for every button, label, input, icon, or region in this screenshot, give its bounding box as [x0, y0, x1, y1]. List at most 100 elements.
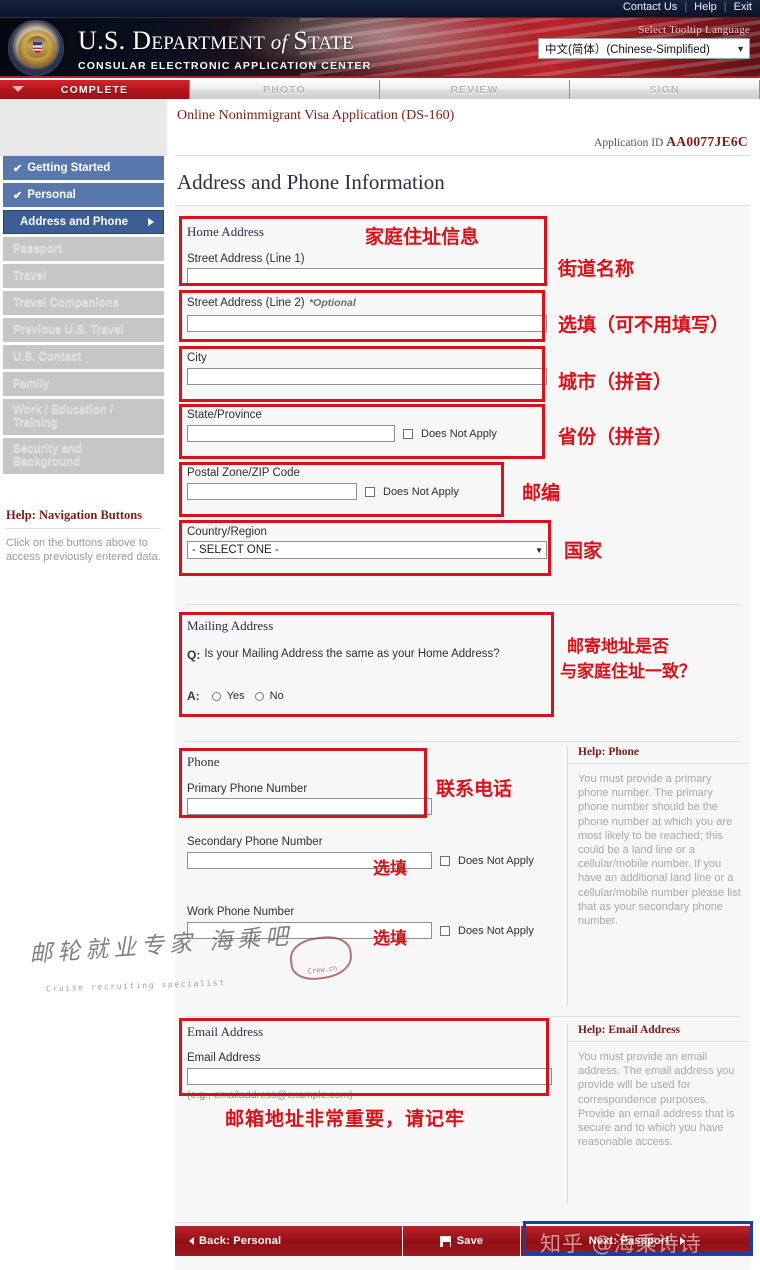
application-title: Online Nonimmigrant Visa Application (DS… — [177, 108, 455, 123]
contact-us-link[interactable]: Contact Us — [623, 1, 677, 13]
check-icon: ✔ — [13, 162, 23, 175]
email-help-body: You must provide an email address. The e… — [578, 1051, 735, 1149]
mailing-yes-radio[interactable] — [211, 691, 221, 701]
secondary-does-not-apply-checkbox[interactable] — [440, 855, 450, 866]
sidebar-item-label: Personal — [27, 189, 76, 201]
sidebar-item-getting-started[interactable]: ✔ Getting Started — [3, 156, 164, 180]
chevron-down-icon: ▼ — [736, 43, 745, 54]
check-icon: ✔ — [13, 189, 23, 202]
annotation-country: 国家 — [564, 540, 603, 562]
progress-tabs: COMPLETE PHOTO REVIEW SIGN — [0, 80, 760, 99]
primary-phone-input[interactable] — [187, 798, 432, 815]
street2-label: Street Address (Line 2) — [187, 297, 305, 309]
page-root: Contact Us | Help | Exit U.S. DEPARTMENT… — [0, 0, 760, 1270]
sidebar-item-label: Passport — [13, 243, 63, 255]
annotation-street1: 街道名称 — [558, 258, 635, 280]
tab-sign-label: SIGN — [649, 83, 680, 96]
city-group: City — [187, 352, 547, 385]
application-id: Application ID AA0077JE6C — [177, 134, 748, 150]
question-prefix: Q: — [187, 648, 201, 662]
footer-button-row: Back: Personal Save Next: Passport — [175, 1226, 753, 1256]
mailing-address-title: Mailing Address — [187, 618, 274, 633]
city-input[interactable] — [187, 368, 547, 385]
secondary-does-not-apply-label: Does Not Apply — [458, 854, 534, 867]
annotation-phone: 联系电话 — [436, 778, 513, 800]
annotation-postal: 邮编 — [522, 482, 561, 504]
page-title: Address and Phone Information — [177, 170, 445, 194]
sidebar-help-title: Help: Navigation Buttons — [6, 508, 161, 529]
link-divider-2: | — [723, 1, 727, 13]
postal-label: Postal Zone/ZIP Code — [187, 467, 300, 479]
sidebar-item-label: U.S. Contact — [13, 351, 82, 363]
email-divider — [185, 1016, 740, 1017]
email-field-label: Email Address — [187, 1052, 261, 1064]
back-button[interactable]: Back: Personal — [175, 1226, 403, 1256]
sidebar-item-passport[interactable]: Passport — [3, 237, 164, 261]
postal-input[interactable] — [187, 483, 357, 500]
next-button[interactable]: Next: Passport — [521, 1226, 753, 1256]
sidebar-item-label: Previous U.S. Travel — [13, 324, 124, 336]
secondary-phone-row: Does Not Apply — [187, 852, 547, 869]
language-selector-block: Select Tooltip Language 中文(简体）(Chinese-S… — [538, 24, 750, 59]
postal-does-not-apply-checkbox[interactable] — [365, 486, 375, 497]
save-button[interactable]: Save — [403, 1226, 521, 1256]
sidebar-item-address-and-phone[interactable]: Address and Phone — [3, 210, 164, 234]
mailing-no-label: No — [269, 690, 284, 702]
sidebar-item-label: Address and Phone — [20, 216, 128, 228]
brand-line1: U.S. DEPARTMENT of STATE — [78, 26, 371, 59]
brand-block: U.S. DEPARTMENT of STATE CONSULAR ELECTR… — [78, 26, 371, 72]
sidebar-item-previous-us-travel[interactable]: Previous U.S. Travel — [3, 318, 164, 342]
email-input[interactable] — [187, 1068, 552, 1085]
tab-complete[interactable]: COMPLETE — [0, 80, 190, 99]
country-select-value: - SELECT ONE - — [192, 544, 279, 556]
chevron-right-icon — [680, 1237, 686, 1245]
tooltip-language-select[interactable]: 中文(简体）(Chinese-Simplified) ▼ — [538, 38, 750, 59]
sidebar-item-label: Security and — [13, 443, 83, 455]
sidebar-help-body: Click on the buttons above to access pre… — [6, 537, 161, 563]
secondary-phone-label: Secondary Phone Number — [187, 836, 323, 848]
sidebar-item-us-contact[interactable]: U.S. Contact — [3, 345, 164, 369]
masthead-banner: U.S. DEPARTMENT of STATE CONSULAR ELECTR… — [0, 18, 760, 78]
work-does-not-apply-checkbox[interactable] — [440, 925, 450, 936]
top-utility-bar: Contact Us | Help | Exit — [0, 0, 760, 18]
sidebar-item-personal[interactable]: ✔ Personal — [3, 183, 164, 207]
brand-s: S — [293, 26, 308, 55]
tab-sign[interactable]: SIGN — [570, 80, 760, 99]
annotation-work-optional: 选填 — [373, 929, 407, 949]
email-section: Email Address Email Address (e.g., email… — [187, 1024, 552, 1101]
tab-review[interactable]: REVIEW — [380, 80, 570, 99]
work-phone-label: Work Phone Number — [187, 906, 295, 918]
country-select[interactable]: - SELECT ONE - ▼ — [187, 541, 547, 559]
sidebar-item-travel-companions[interactable]: Travel Companions — [3, 291, 164, 315]
state-does-not-apply-label: Does Not Apply — [421, 427, 497, 440]
exit-link[interactable]: Exit — [734, 1, 752, 13]
state-row: Does Not Apply — [187, 425, 547, 442]
tab-complete-label: COMPLETE — [60, 83, 129, 96]
help-link[interactable]: Help — [694, 1, 717, 13]
department-of-state-seal-icon — [8, 20, 64, 76]
save-button-label: Save — [456, 1235, 484, 1247]
phone-divider — [185, 741, 740, 742]
sidebar-item-travel[interactable]: Travel — [3, 264, 164, 288]
work-phone-group: Work Phone Number Does Not Apply — [187, 906, 547, 939]
mailing-no-radio[interactable] — [254, 691, 264, 701]
postal-row: Does Not Apply — [187, 483, 547, 500]
tab-photo[interactable]: PHOTO — [190, 80, 380, 99]
sidebar-item-security-and-background[interactable]: Security and Background — [3, 438, 164, 474]
street1-input[interactable] — [187, 268, 547, 285]
mailing-yes-label: Yes — [226, 690, 245, 702]
state-does-not-apply-checkbox[interactable] — [403, 428, 413, 439]
tab-review-label: REVIEW — [450, 83, 499, 96]
sidebar-item-family[interactable]: Family — [3, 372, 164, 396]
email-help-panel: Help: Email Address You must provide an … — [567, 1024, 747, 1204]
application-header: Online Nonimmigrant Visa Application (DS… — [167, 99, 760, 150]
brand-line2: CONSULAR ELECTRONIC APPLICATION CENTER — [78, 60, 372, 72]
chevron-right-icon — [148, 218, 154, 226]
street1-label: Street Address (Line 1) — [187, 253, 305, 265]
sidebar-item-label-line2: Training — [13, 417, 58, 429]
sidebar-top-filler — [0, 99, 167, 156]
street2-input[interactable] — [187, 315, 547, 332]
postal-group: Postal Zone/ZIP Code Does Not Apply — [187, 467, 547, 500]
state-input[interactable] — [187, 425, 395, 442]
sidebar-item-work-education-training[interactable]: Work / Education / Training — [3, 399, 164, 435]
